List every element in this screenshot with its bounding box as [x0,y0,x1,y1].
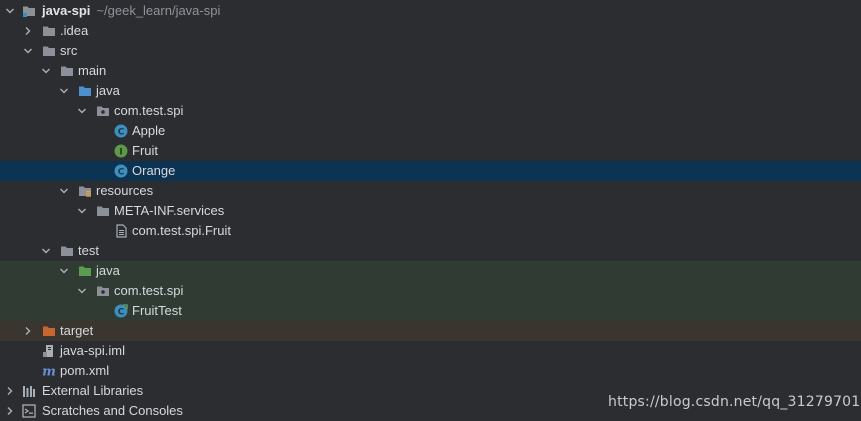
tree-label-apple: Apple [132,123,166,138]
tree-label-test-package: com.test.spi [114,283,184,298]
svg-text:C: C [118,168,125,178]
tree-row-src[interactable]: src [0,41,861,61]
svg-text:C: C [118,308,125,318]
folder-icon [60,244,74,258]
class-icon: C [114,164,128,178]
resources-folder-icon [78,184,92,198]
tree-label-iml: java-spi.iml [60,343,126,358]
project-folder-icon [22,4,36,18]
tree-row-orange[interactable]: C Orange [0,161,861,181]
tree-row-resources[interactable]: resources [0,181,861,201]
source-folder-icon [78,84,92,98]
tree-row-test-package[interactable]: com.test.spi [0,281,861,301]
tree-label-service-file: com.test.spi.Fruit [132,223,231,238]
chevron-down-icon[interactable] [22,41,34,61]
folder-icon [42,24,56,38]
chevron-down-icon[interactable] [4,1,16,21]
tree-row-main-java[interactable]: java [0,81,861,101]
class-icon: C [114,124,128,138]
tree-row-project-root[interactable]: java-spi ~/geek_learn/java-spi [0,1,861,21]
project-tree: java-spi ~/geek_learn/java-spi .idea src … [0,0,861,421]
tree-row-main[interactable]: main [0,61,861,81]
tree-row-test-java[interactable]: java [0,261,861,281]
chevron-down-icon[interactable] [58,261,70,281]
chevron-right-icon[interactable] [4,381,16,401]
chevron-down-icon[interactable] [76,201,88,221]
tree-label-main-java: java [96,83,120,98]
tree-row-fruit[interactable]: I Fruit [0,141,861,161]
tree-row-idea[interactable]: .idea [0,21,861,41]
svg-text:C: C [118,128,125,138]
tree-row-test[interactable]: test [0,241,861,261]
scratches-icon [22,404,36,418]
interface-icon: I [114,144,128,158]
test-folder-icon [78,264,92,278]
tree-label-resources: resources [96,183,154,198]
folder-icon [42,44,56,58]
text-file-icon [114,224,128,238]
chevron-right-icon[interactable] [22,321,34,341]
tree-label-target: target [60,323,94,338]
tree-row-main-package[interactable]: com.test.spi [0,101,861,121]
module-file-icon [42,344,56,358]
tree-row-iml[interactable]: java-spi.iml [0,341,861,361]
maven-icon: m [42,364,56,379]
package-icon [96,104,110,118]
tree-label-fruit: Fruit [132,143,158,158]
chevron-down-icon[interactable] [76,101,88,121]
tree-row-pom[interactable]: m pom.xml [0,361,861,381]
watermark-text: https://blog.csdn.net/qq_31279701 [608,394,861,410]
tree-label-test: test [78,243,99,258]
project-path: ~/geek_learn/java-spi [96,3,221,18]
tree-row-apple[interactable]: C Apple [0,121,861,141]
tree-label-meta-inf: META-INF.services [114,203,225,218]
tree-row-fruit-test[interactable]: C FruitTest [0,301,861,321]
tree-label-pom: pom.xml [60,363,110,378]
library-icon [22,384,36,398]
tree-label-test-java: java [96,263,120,278]
tree-label-external-libraries: External Libraries [42,383,144,398]
chevron-down-icon[interactable] [58,181,70,201]
tree-label-idea: .idea [60,23,89,38]
chevron-down-icon[interactable] [76,281,88,301]
excluded-folder-icon [42,324,56,338]
tree-label-main-package: com.test.spi [114,103,184,118]
tree-label-scratches: Scratches and Consoles [42,403,183,418]
chevron-right-icon[interactable] [4,401,16,421]
chevron-down-icon[interactable] [58,81,70,101]
svg-text:m: m [42,365,56,379]
package-icon [96,284,110,298]
tree-label-orange: Orange [132,163,176,178]
tree-label-fruit-test: FruitTest [132,303,182,318]
folder-icon [96,204,110,218]
tree-label-src: src [60,43,78,58]
project-name: java-spi ~/geek_learn/java-spi [42,3,221,18]
folder-icon [60,64,74,78]
chevron-right-icon[interactable] [22,21,34,41]
test-class-icon: C [114,304,128,318]
tree-label-main: main [78,63,107,78]
tree-row-meta-inf[interactable]: META-INF.services [0,201,861,221]
tree-row-target[interactable]: target [0,321,861,341]
svg-text:I: I [119,148,122,158]
chevron-down-icon[interactable] [40,241,52,261]
chevron-down-icon[interactable] [40,61,52,81]
tree-row-service-file[interactable]: com.test.spi.Fruit [0,221,861,241]
